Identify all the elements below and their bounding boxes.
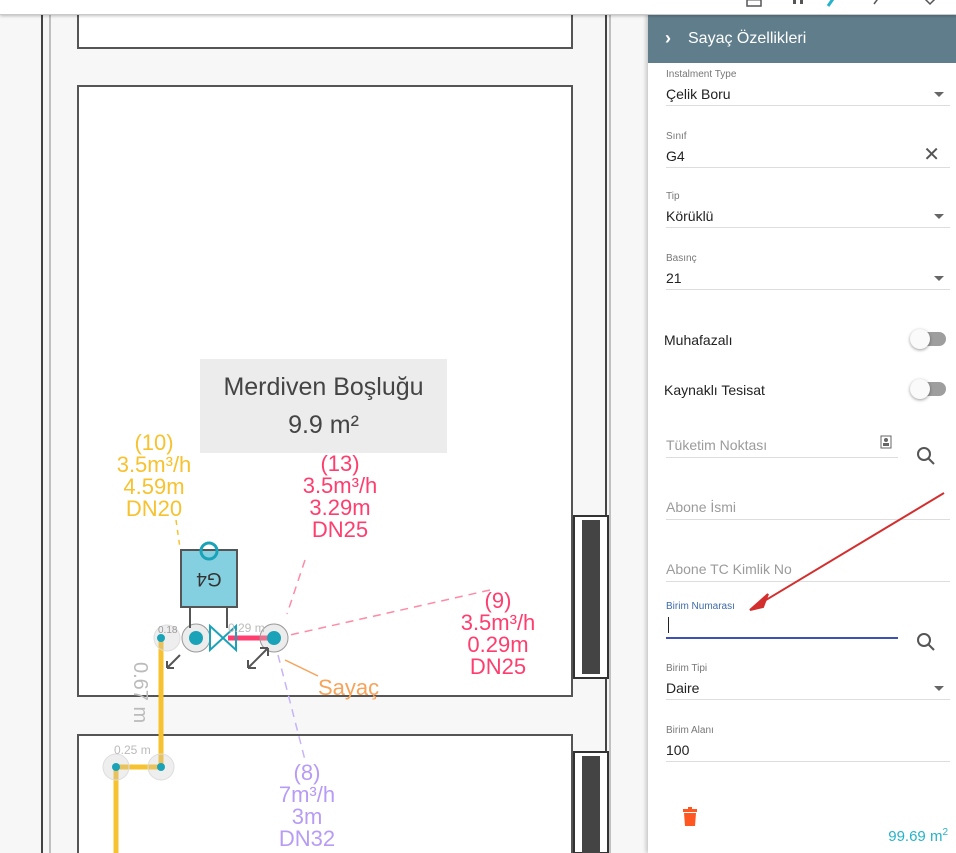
room-area: 9.9 m² <box>288 411 359 439</box>
pen-icon[interactable] <box>826 0 842 8</box>
instalment-type-select[interactable]: Instalment Type Çelik Boru <box>666 69 950 106</box>
sinif-select[interactable]: Sınıf G4 ✕ <box>666 131 950 168</box>
kaynakli-toggle[interactable] <box>910 379 946 399</box>
search-icon[interactable] <box>916 446 936 466</box>
tuketim-noktasi-input[interactable]: Tüketim Noktası <box>666 433 898 458</box>
trash-icon[interactable] <box>682 807 698 827</box>
text-caret <box>668 617 669 633</box>
birim-alani-input[interactable]: Birim Alanı 100 <box>666 725 950 762</box>
meter-label: G4 <box>196 568 222 589</box>
search-icon[interactable] <box>916 632 936 652</box>
birim-tipi-select[interactable]: Birim Tipi Daire <box>666 663 950 700</box>
room-label[interactable]: Merdiven Boşluğu 9.9 m² <box>200 359 447 453</box>
kaynakli-row: Kaynaklı Tesisat <box>664 378 946 402</box>
total-area: 99.69 m2 <box>888 827 948 845</box>
top-toolbar <box>0 0 956 15</box>
dim-label-029: 0.29 m <box>228 621 265 635</box>
basinc-select[interactable]: Basınç 21 <box>666 253 950 290</box>
panel-header: › Sayaç Özellikleri <box>648 14 956 63</box>
contact-card-icon[interactable] <box>880 435 892 449</box>
dim-label-067: 0.67 m <box>129 662 151 723</box>
close-icon[interactable]: ✕ <box>923 145 940 165</box>
dropdown-arrow-icon[interactable] <box>934 276 944 281</box>
annotation-arrow <box>749 492 945 611</box>
pipe-label-8[interactable]: (8) 7m³/h 3m DN32 <box>257 762 357 850</box>
table-icon[interactable] <box>746 0 762 8</box>
room-name: Merdiven Boşluğu <box>223 373 424 401</box>
columns-icon[interactable] <box>790 0 806 8</box>
pipe-label-9[interactable]: (9) 3.5m³/h 0.29m DN25 <box>448 590 548 678</box>
chevron-right-icon[interactable]: › <box>648 28 688 49</box>
muhafazali-row: Muhafazalı <box>664 328 946 352</box>
pipe-label-13[interactable]: (13) 3.5m³/h 3.29m DN25 <box>290 453 390 541</box>
meter-caption[interactable]: Sayaç <box>318 677 379 699</box>
panel-title: Sayaç Özellikleri <box>688 29 807 47</box>
cube-icon[interactable] <box>920 0 936 8</box>
dim-label-025: 0.25 m <box>114 743 151 757</box>
measure-icon[interactable] <box>870 0 886 8</box>
dropdown-arrow-icon[interactable] <box>934 686 944 691</box>
tip-select[interactable]: Tip Körüklü <box>666 191 950 228</box>
pipe-label-10[interactable]: (10) 3.5m³/h 4.59m DN20 <box>104 432 204 520</box>
muhafazali-toggle[interactable] <box>910 329 946 349</box>
dim-label-018: 0.18 <box>158 625 178 636</box>
drawing-canvas[interactable]: 0.18 0.29 m 0.25 m 0.67 m G4 Merdiven Bo… <box>0 0 648 853</box>
meter-properties-panel: › Sayaç Özellikleri Instalment Type Çeli… <box>648 14 956 853</box>
dropdown-arrow-icon[interactable] <box>934 214 944 219</box>
dropdown-arrow-icon[interactable] <box>934 92 944 97</box>
